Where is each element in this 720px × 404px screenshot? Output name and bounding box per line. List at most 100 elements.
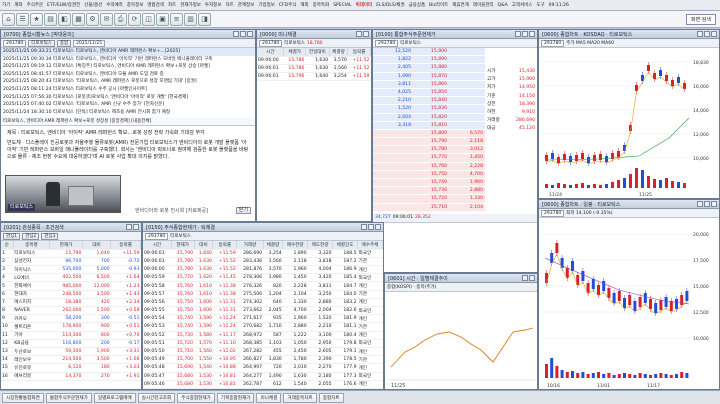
watchlist-row[interactable]: 15 유진로봇 6,120 180 +3.03: [1, 363, 141, 373]
screen-search-input[interactable]: 화면 검색: [686, 13, 716, 25]
menu-item[interactable]: SPECIAL: [333, 3, 351, 8]
news-list-item[interactable]: 2025/11/25 09:30:34 티로보틱스 티로보틱스, 엔비디아 '아…: [1, 56, 255, 64]
toolbar-button-icon[interactable]: ⟳: [128, 12, 141, 26]
orderbook-row[interactable]: 12,520 15,900: [373, 48, 485, 57]
toolbar-button-icon[interactable]: ▦: [72, 12, 85, 26]
window-controls[interactable]: [126, 224, 141, 230]
column-header[interactable]: 전일대비: [305, 48, 330, 57]
orderbook-row[interactable]: 15,720 1,330: [373, 195, 485, 204]
watchlist-row[interactable]: 5 한화에어 985,000 12,000 +1.23: [1, 281, 141, 291]
tick-row[interactable]: 09:05:57 15,760 1,610 +11.38 275,506 1,204 2,1…: [143, 290, 383, 299]
news-list-item[interactable]: 2025/11/25 08:11:24 티로보틱스 티로보틱스 수주 공시 [마…: [1, 86, 255, 94]
column-header[interactable]: 매수주체: [357, 241, 383, 250]
tick-row[interactable]: 09:05:55 15,750 1,600 +11.31 273,662 2,045 4,7…: [143, 306, 383, 316]
stock-code-input[interactable]: 293780: [541, 209, 565, 217]
toolbar-button-icon[interactable]: ☰: [16, 12, 29, 26]
menu-item[interactable]: 차트: [168, 2, 176, 8]
watchlist-tab[interactable]: 관심1: [3, 232, 21, 240]
watchlist-row[interactable]: 8 NAVER 262,000 1,500 +0.58: [1, 306, 141, 316]
toolbar-button-icon[interactable]: ▥: [184, 12, 197, 26]
column-header[interactable]: 체결가: [283, 48, 306, 57]
tick-row[interactable]: 09:06:01 15,780 1,630 +11.52 283,436 1,560 2,1…: [143, 257, 383, 267]
column-header[interactable]: 등락률: [347, 48, 371, 57]
tick-row[interactable]: 09:05:56 15,750 1,600 +11.31 274,302 640 1,330…: [143, 298, 383, 308]
menu-item[interactable]: Q&A: [498, 3, 508, 8]
watchlist-row[interactable]: 9 카카오 58,200 300 -0.51: [1, 314, 141, 324]
window-controls[interactable]: [697, 201, 719, 207]
table-row[interactable]: 09:06:00 15,780 1,630 3,570 +11.52: [257, 56, 371, 65]
orderbook-row[interactable]: 15,790 2,118: [373, 138, 485, 147]
news-list-item[interactable]: 2025/11/25 08:20:43 티로보틱스 '티로보틱스, AMR 레퍼…: [1, 78, 255, 86]
orderbook-row[interactable]: 4,025 15,850: [373, 88, 485, 98]
toolbar-button-icon[interactable]: ▣: [156, 12, 169, 26]
menu-item[interactable]: 계좌: [14, 2, 22, 8]
toolbar-button-icon[interactable]: ◨: [198, 12, 211, 26]
window-controls[interactable]: [515, 31, 537, 37]
column-header[interactable]: 시간: [257, 48, 285, 57]
orderbook-row[interactable]: 15,750 4,700: [373, 170, 485, 179]
menu-item[interactable]: 기업정보: [258, 2, 275, 8]
orderbook-row[interactable]: 15,730 2,880: [373, 187, 485, 196]
news-filter-select[interactable]: 종합: [56, 39, 72, 47]
tick-row[interactable]: 09:05:54 15,740 1,590 +11.24 271,617 935 1,960…: [143, 314, 383, 324]
orderbook-row[interactable]: 3,318 15,810: [373, 121, 485, 130]
menu-item[interactable]: 종목정보: [127, 2, 144, 8]
menu-item[interactable]: 빅데이터: [356, 2, 373, 8]
menu-item[interactable]: 선물/옵션: [84, 2, 102, 8]
tick-row[interactable]: 09:05:50 15,710 1,560 +11.02 267,282 455 2,450…: [143, 347, 383, 357]
menu-item[interactable]: CFD주식: [279, 2, 296, 8]
menu-item[interactable]: 종목특화: [313, 2, 330, 8]
watchlist-row[interactable]: 14 레인보우 214,500 3,500 +1.66: [1, 355, 141, 365]
news-list-item[interactable]: 2025/11/24 18:30:10 티로보틱스 [단독] 티로보틱스 제조용…: [1, 109, 255, 117]
toolbar-button-icon[interactable]: ◫: [142, 12, 155, 26]
toolbar-button-icon[interactable]: ⎙: [114, 12, 127, 26]
stock-code-input[interactable]: 293780: [145, 232, 169, 240]
taskbar-item[interactable]: 주식종합현재가: [177, 392, 215, 403]
tick-row[interactable]: 09:05:53 15,740 1,590 +11.24 270,682 1,710 2,8…: [143, 322, 383, 332]
watchlist-tab[interactable]: 관심2: [22, 232, 40, 240]
stock-code-input[interactable]: 293780: [3, 39, 27, 47]
column-header[interactable]: 매수잔량: [282, 241, 309, 250]
window-controls[interactable]: [361, 224, 383, 230]
column-header[interactable]: 종목명: [13, 241, 51, 250]
column-header[interactable]: 등락률: [212, 241, 238, 250]
column-header[interactable]: 현재가: [49, 241, 83, 250]
menu-item[interactable]: 명품검색: [147, 2, 164, 8]
trend-chart[interactable]: 11/25: [385, 292, 538, 389]
tick-row[interactable]: 09:05:51 15,720 1,570 +11.10 268,385 1,103 1,0…: [143, 339, 383, 348]
stock-code-input[interactable]: 293780: [259, 39, 283, 47]
orderbook-row[interactable]: 1,090 15,870: [373, 72, 485, 81]
window-controls[interactable]: [522, 275, 537, 281]
orderbook-row[interactable]: 15,760 2,228: [373, 162, 485, 171]
intraday-chart[interactable]: 18,830 16,000 14,000 12,000 10,000 11/24 11/25: [539, 48, 720, 198]
orderbook-row[interactable]: 15,770 1,450: [373, 154, 485, 163]
column-header[interactable]: 순: [1, 241, 14, 250]
tick-row[interactable]: 09:06:00 15,780 1,630 +11.52 281,876 3,570 1,9…: [143, 265, 383, 275]
news-list-item[interactable]: 2025/11/25 09:19:12 티로보틱스 [특징주] 티로보틱스, 엔…: [1, 63, 255, 71]
toolbar-button-icon[interactable]: ⚙: [86, 12, 99, 26]
column-header[interactable]: 거래량: [236, 241, 264, 250]
window-controls[interactable]: [697, 31, 719, 37]
column-header[interactable]: 시간: [143, 241, 172, 250]
tick-row[interactable]: 09:05:58 15,760 1,610 +11.38 276,326 820 2,228…: [143, 281, 383, 291]
toolbar-button-icon[interactable]: ≡: [170, 12, 183, 26]
news-list-item[interactable]: 2025/11/25 09:33:21 티로보틱스 티로보틱스, 엔비디아 AM…: [1, 48, 255, 56]
table-row[interactable]: 09:06:01 15,790 1,640 3,254 +11.59: [257, 72, 371, 82]
menu-item[interactable]: Biz라이트: [429, 2, 448, 8]
window-controls[interactable]: [233, 31, 255, 37]
tick-row[interactable]: 09:05:48 15,690 1,540 +10.88 264,997 720 2,010…: [143, 363, 383, 373]
orderbook-row[interactable]: 2,210 15,840: [373, 97, 485, 106]
menu-item[interactable]: 가기: [2, 2, 10, 8]
taskbar-item[interactable]: 거래종목차트: [283, 392, 317, 403]
stock-name-label[interactable]: 티로보틱스: [28, 39, 55, 47]
column-header[interactable]: 매도잔량: [307, 241, 334, 250]
watchlist-row[interactable]: 13 두산로보 59,300 1,900 +3.31: [1, 347, 141, 357]
watchlist-row[interactable]: 12 KB금융 116,800 200 -0.17: [1, 339, 141, 348]
orderbook-row[interactable]: 2,004 15,820: [373, 113, 485, 122]
menu-item[interactable]: 해외: [300, 2, 308, 8]
orderbook-row[interactable]: 15,710 2,104: [373, 203, 485, 212]
column-header[interactable]: 현재가: [171, 241, 195, 250]
column-header[interactable]: 체결강도: [332, 241, 358, 250]
table-row[interactable]: 09:06:01 15,780 1,630 1,560 +11.52: [257, 64, 371, 74]
orderbook-row[interactable]: 2,405 15,880: [373, 64, 485, 73]
